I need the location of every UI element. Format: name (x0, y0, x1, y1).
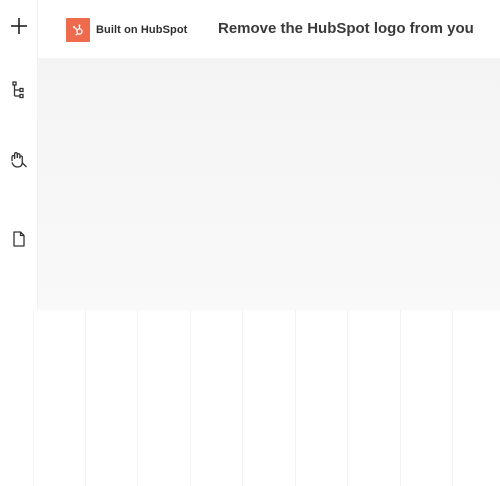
design-button[interactable] (6, 147, 32, 173)
canvas-background (38, 50, 500, 310)
structure-button[interactable] (6, 77, 32, 103)
background-stripe (33, 310, 34, 486)
built-on-hubspot-badge[interactable]: Built on HubSpot (66, 18, 187, 42)
background-stripe (295, 310, 296, 486)
pages-button[interactable] (6, 226, 32, 252)
background-stripe (137, 310, 138, 486)
tree-structure-icon (12, 81, 24, 99)
plus-icon (11, 18, 27, 34)
badge-label: Built on HubSpot (96, 24, 188, 36)
background-stripe (400, 310, 401, 486)
background-stripe (452, 310, 453, 486)
background-stripe (242, 310, 243, 486)
editor-window: Built on HubSpot Remove the HubSpot logo… (0, 0, 500, 486)
add-button[interactable] (6, 13, 32, 39)
hubspot-branding-banner: Built on HubSpot Remove the HubSpot logo… (38, 0, 500, 58)
page-preview-canvas[interactable]: Built on HubSpot Remove the HubSpot logo… (38, 0, 500, 310)
background-stripe (190, 310, 191, 486)
remove-logo-message[interactable]: Remove the HubSpot logo from you (218, 20, 474, 37)
page-icon (13, 231, 25, 247)
background-stripe (85, 310, 86, 486)
left-tool-rail (0, 0, 38, 310)
hubspot-logo-icon (66, 18, 90, 42)
grab-hand-icon (11, 151, 27, 168)
background-stripe (347, 310, 348, 486)
empty-lower-area (0, 310, 500, 486)
